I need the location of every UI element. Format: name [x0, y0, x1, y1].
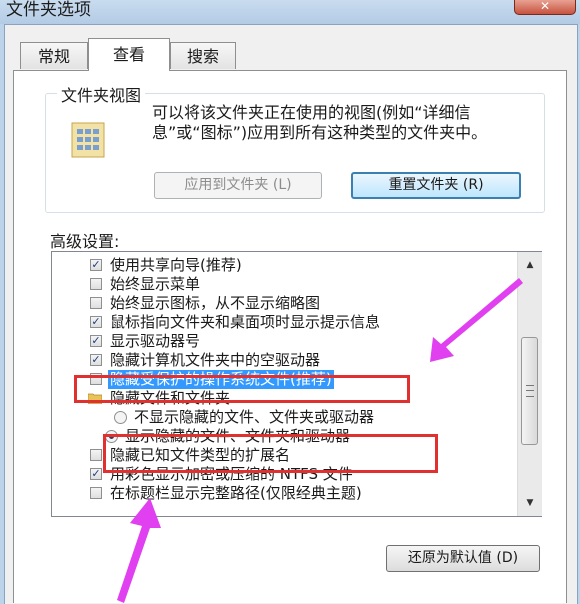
tab-label: 搜索 [186, 47, 219, 66]
list-item[interactable]: 不显示隐藏的文件、文件夹或驱动器 [52, 408, 522, 427]
checkbox[interactable]: ✓ [90, 259, 102, 271]
list-item-label: 在标题栏显示完整路径(仅限经典主题) [110, 484, 362, 502]
restore-defaults-button[interactable]: 还原为默认值 (D) [386, 545, 540, 572]
scroll-up-icon[interactable]: ▲ [518, 254, 542, 276]
list-item-label: 隐藏计算机文件夹中的空驱动器 [110, 351, 321, 369]
tab-general[interactable]: 常规 [20, 42, 88, 69]
scroll-down-icon[interactable]: ▼ [518, 492, 542, 514]
list-item-label: 使用共享向导(推荐) [110, 256, 242, 274]
list-item[interactable]: 始终显示图标，从不显示缩略图 [52, 294, 522, 313]
checkbox[interactable] [90, 278, 102, 290]
checkbox[interactable] [90, 487, 102, 499]
list-item-label: 显示驱动器号 [110, 332, 201, 350]
tab-view[interactable]: 查看 [88, 38, 170, 71]
folder-view-label: 文件夹视图 [57, 82, 146, 106]
list-item[interactable]: ✓ 隐藏计算机文件夹中的空驱动器 [52, 351, 522, 370]
folder-view-icon [71, 122, 105, 158]
tab-label: 常规 [37, 47, 70, 66]
scroll-thumb[interactable] [521, 337, 538, 445]
reset-folders-button[interactable]: 重置文件夹 (R) [351, 172, 521, 199]
checkbox[interactable]: ✓ [90, 354, 102, 366]
list-item[interactable]: ✓ 显示驱动器号 [52, 332, 522, 351]
folder-view-description: 可以将该文件夹正在使用的视图(例如“详细信息”或“图标”)应用到所有这种类型的文… [152, 103, 488, 142]
list-item-label: 不显示隐藏的文件、文件夹或驱动器 [134, 408, 375, 426]
list-item-label: 始终显示菜单 [110, 275, 201, 293]
list-item-label: 始终显示图标，从不显示缩略图 [110, 294, 321, 312]
list-scrollbar[interactable]: ▲ ▼ [517, 252, 542, 516]
list-item[interactable]: 在标题栏显示完整路径(仅限经典主题) [52, 484, 522, 503]
grip-icon [526, 385, 534, 397]
checkbox[interactable] [90, 449, 102, 461]
apply-to-folders-button[interactable]: 应用到文件夹 (L) [154, 172, 322, 199]
list-item-label: 鼠标指向文件夹和桌面项时显示提示信息 [110, 313, 381, 331]
close-button[interactable]: ✕ [514, 0, 576, 15]
checkbox[interactable]: ✓ [90, 468, 102, 480]
list-item[interactable]: ✓ 鼠标指向文件夹和桌面项时显示提示信息 [52, 313, 522, 332]
checkbox[interactable] [90, 297, 102, 309]
checkbox[interactable]: ✓ [90, 316, 102, 328]
close-icon: ✕ [539, 0, 551, 13]
advanced-settings-label: 高级设置: [50, 232, 120, 251]
window-title: 文件夹选项 [6, 0, 91, 20]
checkbox[interactable]: ✓ [90, 335, 102, 347]
list-item[interactable]: 始终显示菜单 [52, 275, 522, 294]
radio-button[interactable] [114, 411, 127, 424]
annotation-box-protected-files [74, 375, 410, 403]
tab-search[interactable]: 搜索 [170, 42, 236, 69]
annotation-box-show-hidden [103, 434, 438, 473]
tab-label: 查看 [112, 45, 145, 64]
title-bar: 文件夹选项 ✕ [0, 0, 580, 24]
list-item[interactable]: ✓ 使用共享向导(推荐) [52, 256, 522, 275]
